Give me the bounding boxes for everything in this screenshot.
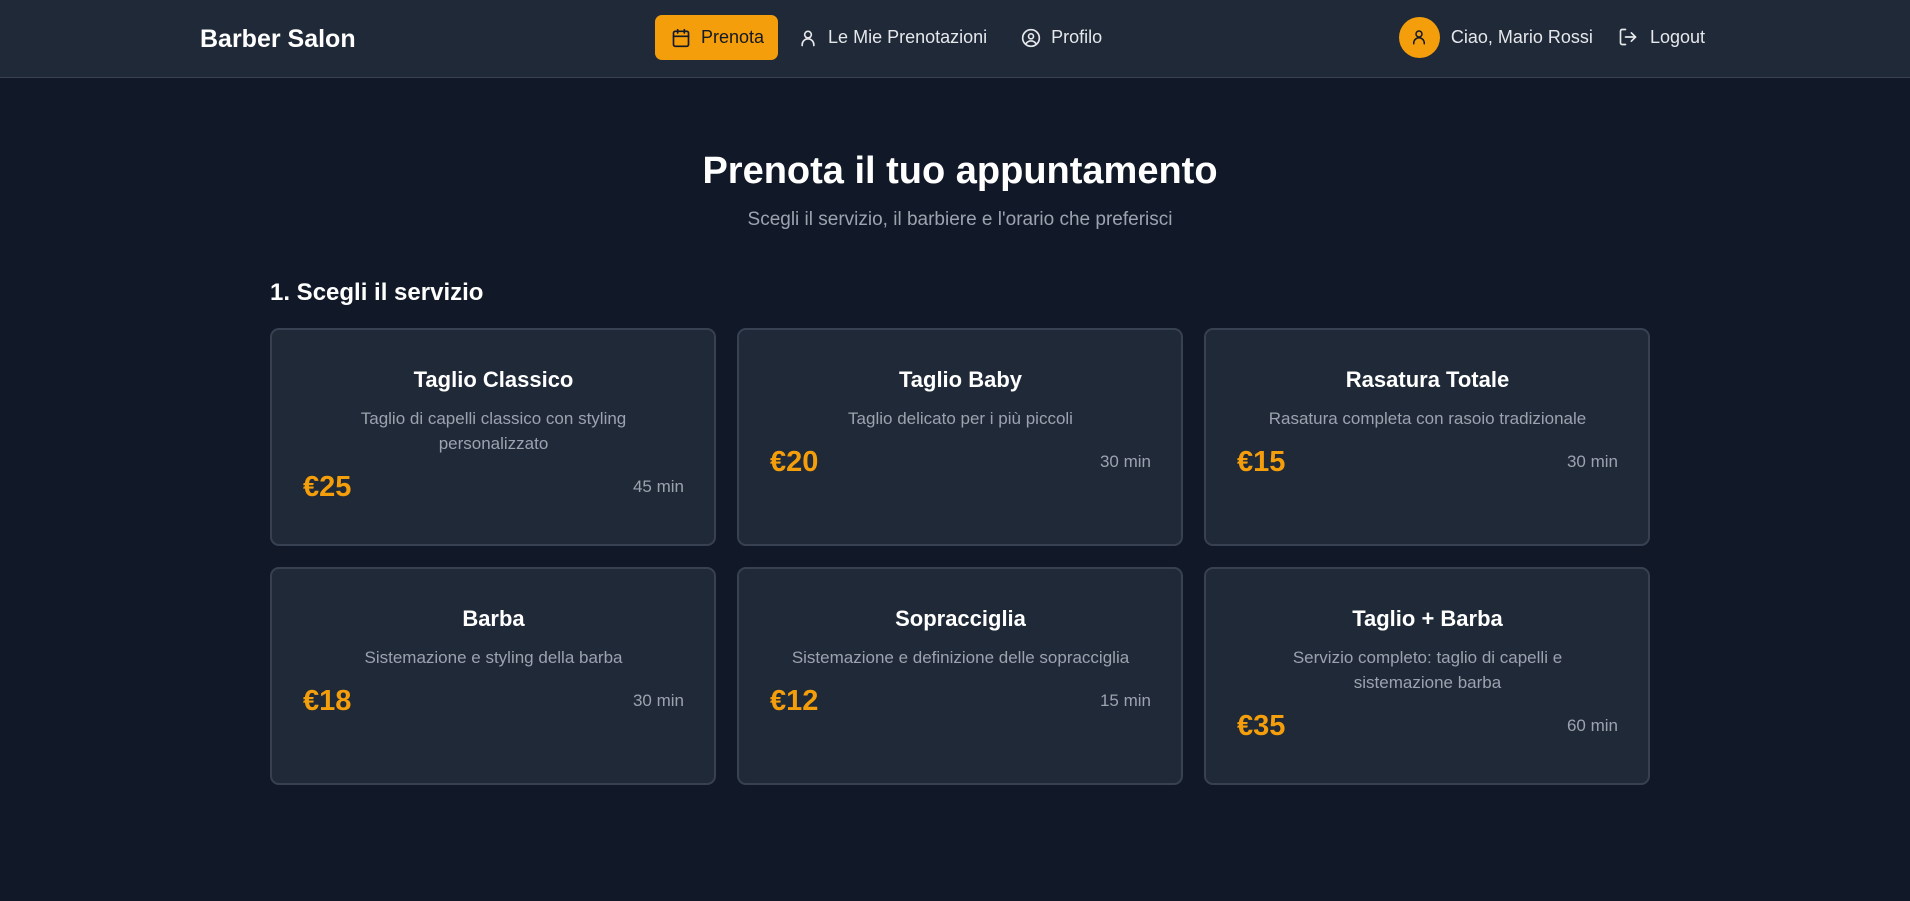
service-description: Servizio completo: taglio di capelli e s… [1292, 648, 1563, 692]
service-card-taglio-classico[interactable]: Taglio Classico Taglio di capelli classi… [270, 328, 716, 546]
service-footer: €20 30 min [770, 445, 1151, 479]
service-footer: €12 15 min [770, 684, 1151, 718]
service-duration: 60 min [1566, 716, 1618, 735]
nav-item-label: Le Mie Prenotazioni [828, 27, 988, 47]
nav-item-label: Profilo [1051, 27, 1103, 47]
service-footer: €18 30 min [303, 684, 684, 718]
service-price: €18 [303, 685, 352, 717]
service-description: Taglio delicato per i più piccoli [848, 409, 1073, 428]
logout-label: Logout [1649, 26, 1705, 47]
service-card-sopracciglia[interactable]: Sopracciglia Sistemazione e definizione … [737, 567, 1183, 785]
nav-item-profilo[interactable]: Profilo [1007, 15, 1116, 60]
user-icon [1413, 30, 1426, 45]
service-description: Sistemazione e styling della barba [364, 648, 623, 667]
service-description: Rasatura completa con rasoio tradizional… [1268, 409, 1587, 428]
page-subtitle: Scegli il servizio, il barbiere e l'orar… [747, 209, 1173, 230]
service-duration: 30 min [632, 691, 684, 710]
service-description: Taglio di capelli classico con styling p… [360, 409, 627, 453]
service-price: €12 [770, 685, 819, 717]
nav-item-le-mie-prenotazioni[interactable]: Le Mie Prenotazioni [784, 15, 1001, 60]
main-nav: Prenota Le Mie Prenotazioni Profilo [655, 15, 1122, 60]
user-area: Ciao, Mario Rossi Logout [1398, 16, 1705, 58]
service-name: Taglio Classico [413, 367, 574, 392]
service-price: €20 [770, 446, 819, 478]
service-card-rasatura-totale[interactable]: Rasatura Totale Rasatura completa con ra… [1204, 328, 1650, 546]
logout-button[interactable]: Logout [1618, 27, 1705, 48]
nav-item-prenota[interactable]: Prenota [655, 15, 779, 60]
service-name: Taglio + Barba [1352, 606, 1503, 631]
service-duration: 30 min [1099, 452, 1151, 471]
page-title: Prenota il tuo appuntamento [702, 150, 1218, 192]
service-duration: 15 min [1099, 691, 1151, 710]
service-price: €15 [1237, 446, 1286, 478]
user-greeting: Ciao, Mario Rossi [1450, 26, 1593, 47]
service-price: €25 [303, 471, 352, 503]
service-name: Rasatura Totale [1345, 367, 1510, 392]
service-footer: €15 30 min [1237, 445, 1618, 479]
service-footer: €25 45 min [303, 470, 684, 504]
service-name: Taglio Baby [898, 367, 1023, 392]
service-footer: €35 60 min [1237, 709, 1618, 743]
service-card-taglio-baby[interactable]: Taglio Baby Taglio delicato per i più pi… [737, 328, 1183, 546]
service-grid: Taglio Classico Taglio di capelli classi… [270, 328, 1650, 785]
section-title-service: 1. Scegli il servizio [270, 279, 484, 306]
service-duration: 45 min [632, 477, 684, 496]
user-circle-icon [1021, 28, 1041, 47]
service-duration: 30 min [1566, 452, 1618, 471]
service-name: Sopracciglia [895, 606, 1026, 631]
service-card-barba[interactable]: Barba Sistemazione e styling della barba… [270, 567, 716, 785]
logout-icon [1619, 28, 1637, 46]
service-name: Barba [462, 606, 525, 631]
service-price: €35 [1237, 710, 1286, 742]
avatar[interactable] [1398, 16, 1440, 58]
top-navbar: Barber Salon Prenota Le Mie Prenotazioni [0, 0, 1910, 78]
calendar-icon [672, 28, 690, 47]
nav-item-label: Prenota [701, 27, 765, 47]
service-description: Sistemazione e definizione delle sopracc… [791, 648, 1130, 667]
service-card-taglio-barba[interactable]: Taglio + Barba Servizio completo: taglio… [1204, 567, 1650, 785]
user-icon [801, 29, 815, 46]
brand-logo[interactable]: Barber Salon [200, 24, 356, 54]
